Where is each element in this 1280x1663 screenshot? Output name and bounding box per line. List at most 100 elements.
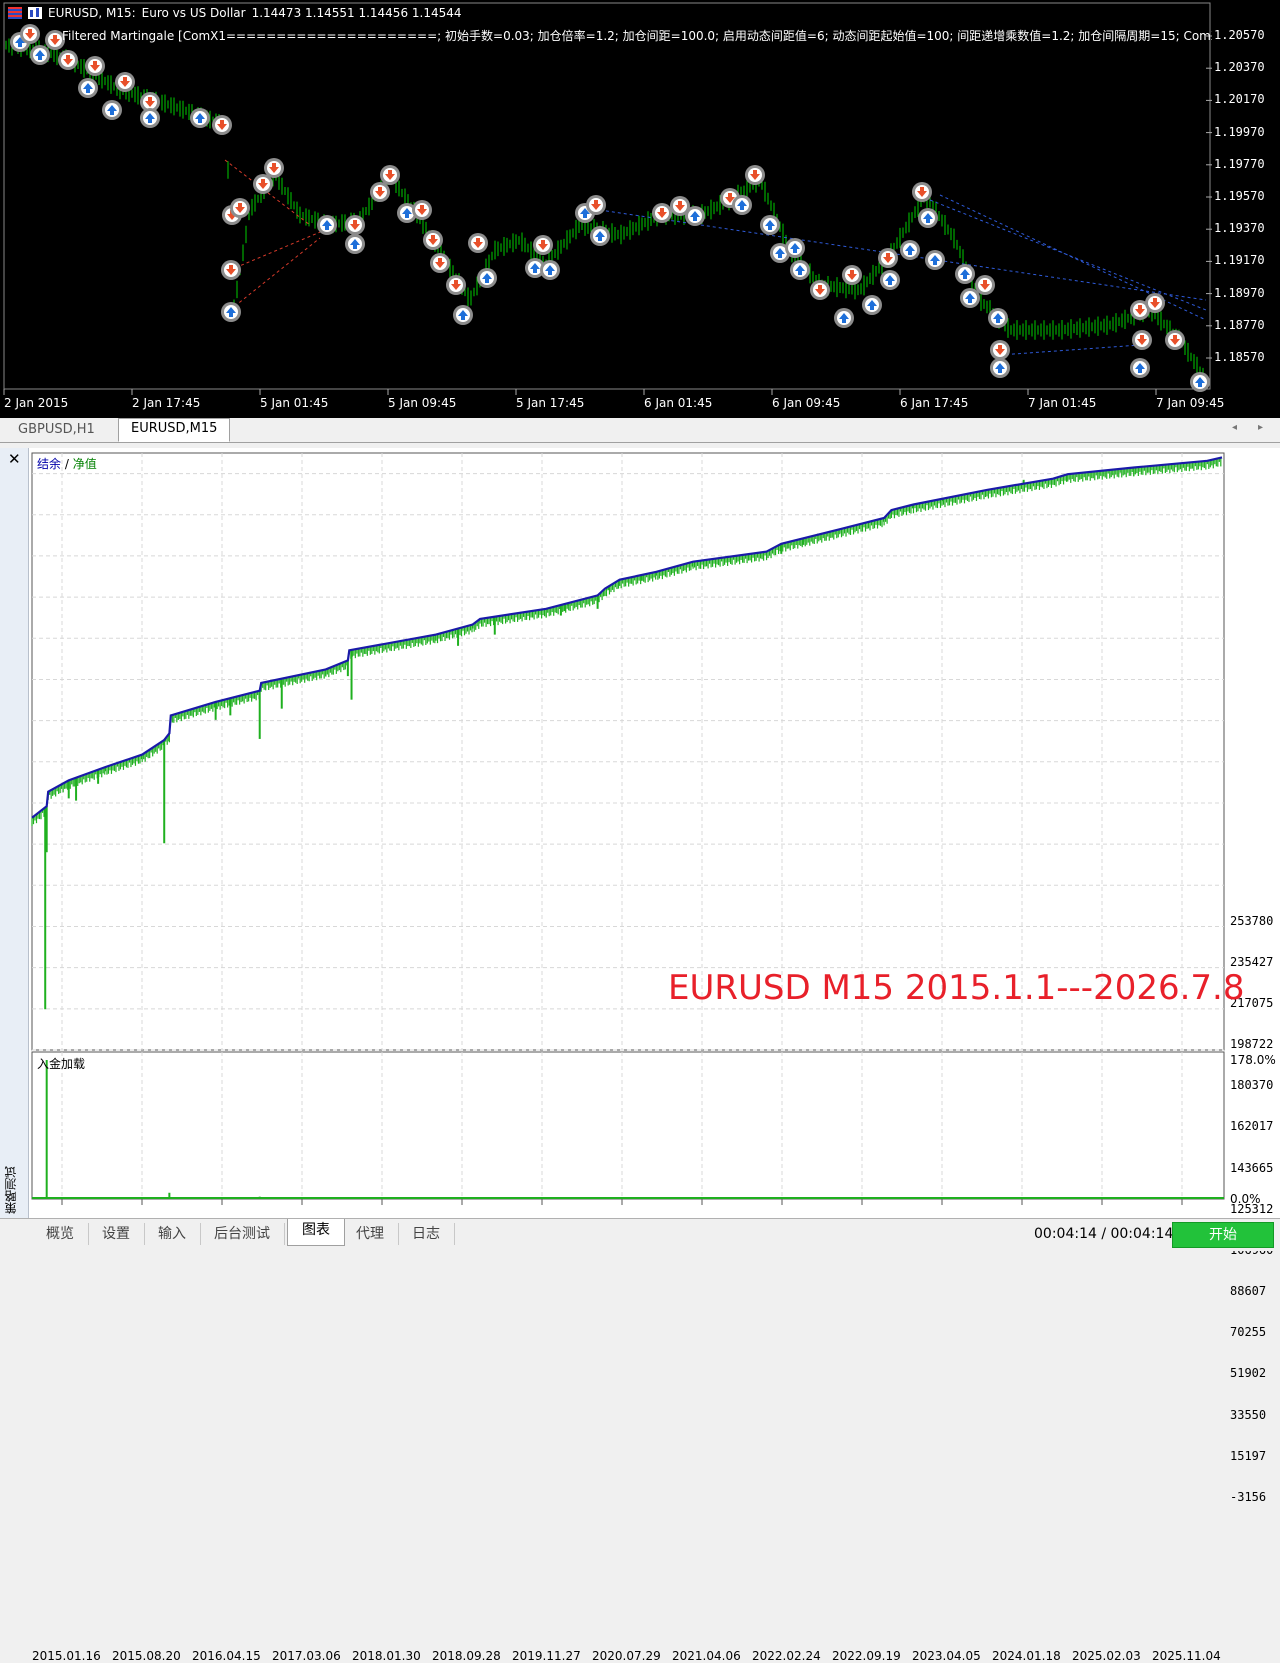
equity-y-label: 70255 — [1230, 1325, 1267, 1340]
equity-x-label: 2020.07.29 — [592, 1649, 661, 1663]
sell-arrow-icon — [221, 260, 241, 280]
price-y-label: 1.19170 — [1214, 253, 1265, 268]
close-icon[interactable]: ✕ — [8, 450, 21, 468]
buy-arrow-icon — [30, 45, 50, 65]
trade-markers — [10, 24, 1210, 392]
equity-y-label: 143665 — [1230, 1160, 1274, 1175]
buy-arrow-icon — [925, 250, 945, 270]
buy-arrow-icon — [540, 260, 560, 280]
tab-gbpusd-h1[interactable]: GBPUSD,H1 — [6, 420, 107, 440]
price-y-label: 1.20370 — [1214, 60, 1265, 75]
buy-arrow-icon — [834, 308, 854, 328]
equity-x-label: 2015.01.16 — [32, 1649, 101, 1663]
equity-y-label: 235427 — [1230, 954, 1274, 969]
price-x-label: 6 Jan 09:45 — [772, 396, 841, 410]
tab-graph[interactable]: 图表 — [287, 1219, 345, 1246]
tab-overview[interactable]: 概览 — [32, 1223, 89, 1245]
price-x-label: 5 Jan 01:45 — [260, 396, 329, 410]
price-x-label: 5 Jan 09:45 — [388, 396, 457, 410]
sell-arrow-icon — [586, 195, 606, 215]
sell-arrow-icon — [370, 182, 390, 202]
sell-arrow-icon — [1165, 330, 1185, 350]
equity-x-label: 2024.01.18 — [992, 1649, 1061, 1663]
buy-arrow-icon — [453, 305, 473, 325]
scroll-right-icon[interactable]: ▸ — [1258, 422, 1263, 433]
buy-arrow-icon — [918, 208, 938, 228]
load-y-max: 178.0% — [1230, 1053, 1276, 1067]
equity-x-label: 2019.11.27 — [512, 1649, 581, 1663]
equity-chart[interactable] — [28, 448, 1280, 1218]
equity-x-label: 2018.09.28 — [432, 1649, 501, 1663]
equity-y-label: 253780 — [1230, 913, 1274, 928]
equity-x-label: 2025.02.03 — [1072, 1649, 1141, 1663]
tab-journal[interactable]: 日志 — [398, 1223, 455, 1245]
buy-arrow-icon — [880, 270, 900, 290]
chart-type-icon — [28, 7, 42, 19]
price-y-label: 1.19370 — [1214, 221, 1265, 236]
sell-arrow-icon — [264, 158, 284, 178]
sell-arrow-icon — [115, 72, 135, 92]
equity-x-label: 2017.03.06 — [272, 1649, 341, 1663]
sell-arrow-icon — [430, 253, 450, 273]
buy-arrow-icon — [190, 108, 210, 128]
sell-arrow-icon — [975, 275, 995, 295]
equity-x-label: 2016.04.15 — [192, 1649, 261, 1663]
eu-flag-icon — [8, 7, 22, 19]
trade-connector — [939, 194, 1207, 321]
price-x-label: 7 Jan 09:45 — [1156, 396, 1225, 410]
buy-arrow-icon — [317, 215, 337, 235]
equity-x-label: 2023.04.05 — [912, 1649, 981, 1663]
sell-arrow-icon — [212, 115, 232, 135]
tab-eurusd-m15[interactable]: EURUSD,M15 — [118, 418, 231, 442]
ohlc-values: 1.14473 1.14551 1.14456 1.14544 — [251, 6, 462, 20]
strategy-tester-panel: ✕ 策略测试 结余 / 净值 253780 235427 217075 198722 1… — [0, 448, 1280, 1663]
sell-arrow-icon — [230, 198, 250, 218]
tester-tab-bar: 概览 设置 输入 后台测试 图表 代理 日志 00:04:14 / 00:04:… — [0, 1218, 1280, 1251]
equity-x-label: 2025.11.04 — [1152, 1649, 1221, 1663]
equity-x-label: 2022.02.24 — [752, 1649, 821, 1663]
equity-x-label: 2018.01.30 — [352, 1649, 421, 1663]
buy-arrow-icon — [102, 100, 122, 120]
equity-plot-frame — [31, 452, 1225, 1051]
sell-arrow-icon — [345, 215, 365, 235]
equity-y-label: 15197 — [1230, 1448, 1267, 1463]
overlay-annotation: EURUSD M15 2015.1.1---2026.7.8 — [668, 968, 1245, 1008]
sell-arrow-icon — [58, 50, 78, 70]
price-y-label: 1.18770 — [1214, 317, 1265, 332]
buy-arrow-icon — [1130, 358, 1150, 378]
tab-inputs[interactable]: 输入 — [144, 1223, 201, 1245]
equity-y-label: -3156 — [1230, 1490, 1267, 1504]
price-chart[interactable]: EURUSD, M15: Euro vs US Dollar 1.14473 1… — [0, 0, 1280, 418]
price-chart-canvas[interactable] — [0, 0, 1280, 418]
tester-title: 策略测试 — [4, 1166, 18, 1214]
sell-arrow-icon — [85, 56, 105, 76]
load-y-min: 0.0% — [1230, 1192, 1261, 1206]
sell-arrow-icon — [423, 230, 443, 250]
price-x-label: 5 Jan 17:45 — [516, 396, 585, 410]
buy-arrow-icon — [1190, 372, 1210, 392]
buy-arrow-icon — [732, 195, 752, 215]
equity-y-label: 198722 — [1230, 1037, 1274, 1052]
legend-equity: 净值 — [72, 457, 97, 471]
tab-agents[interactable]: 代理 — [342, 1223, 399, 1245]
symbol-description: Euro vs US Dollar — [141, 6, 246, 20]
trade-connector — [229, 229, 326, 271]
deposit-load-frame — [31, 1051, 1225, 1200]
symbol-title: EURUSD, M15: — [48, 6, 136, 20]
start-button[interactable]: 开始 — [1172, 1222, 1274, 1248]
equity-y-label: 33550 — [1230, 1407, 1267, 1422]
price-x-label: 6 Jan 17:45 — [900, 396, 969, 410]
scroll-left-icon[interactable]: ◂ — [1232, 422, 1237, 433]
buy-arrow-icon — [862, 295, 882, 315]
legend-balance: 结余 — [37, 457, 62, 471]
buy-arrow-icon — [760, 215, 780, 235]
buy-arrow-icon — [990, 358, 1010, 378]
legend-separator: / — [61, 457, 73, 471]
equity-y-label: 162017 — [1230, 1119, 1274, 1134]
tab-settings[interactable]: 设置 — [88, 1223, 145, 1245]
tab-backtest[interactable]: 后台测试 — [200, 1223, 285, 1245]
sell-arrow-icon — [912, 182, 932, 202]
price-y-label: 1.18570 — [1214, 350, 1265, 364]
equity-x-label: 2021.04.06 — [672, 1649, 741, 1663]
trade-connector — [999, 344, 1141, 356]
